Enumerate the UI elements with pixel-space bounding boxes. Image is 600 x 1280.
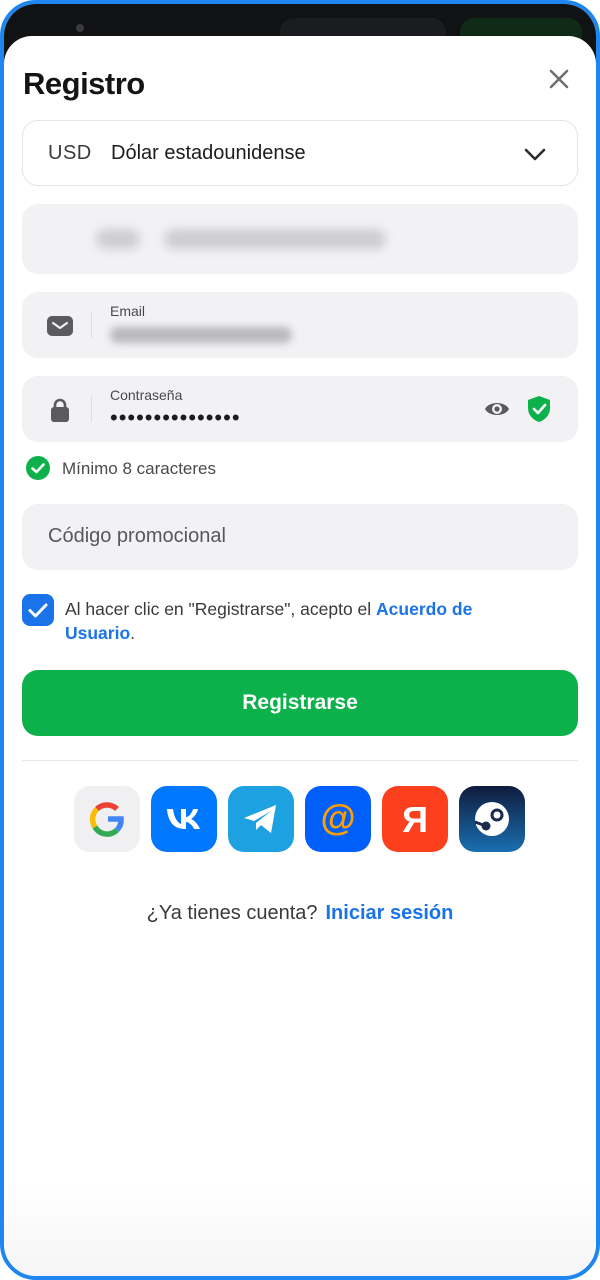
page-title: Registro (23, 66, 145, 101)
lock-icon (51, 398, 69, 422)
chevron-down-icon (524, 148, 546, 161)
vk-icon (151, 786, 217, 852)
register-button[interactable]: Registrarse (22, 670, 578, 736)
shield-check-icon (528, 396, 550, 422)
eye-icon[interactable] (484, 398, 510, 420)
registration-sheet: Registro USD Dólar estadounidense Email (4, 36, 596, 1276)
password-field[interactable]: Contraseña ••••••••••••••• (22, 376, 578, 442)
email-field[interactable]: Email (22, 292, 578, 358)
close-icon[interactable] (544, 64, 574, 94)
agreement-text: Al hacer clic en "Registrarse", acepto e… (65, 597, 535, 645)
check-circle-icon (26, 456, 50, 480)
password-label: Contraseña (110, 387, 183, 403)
social-login-row: @ Я (74, 786, 526, 852)
steam-icon (459, 786, 525, 852)
login-prompt: ¿Ya tienes cuenta? Iniciar sesión (4, 902, 596, 925)
phone-frame: Registro USD Dólar estadounidense Email (0, 0, 600, 1280)
google-login-button[interactable] (74, 786, 140, 852)
promo-code-input[interactable]: Código promocional (22, 504, 578, 570)
login-link[interactable]: Iniciar sesión (326, 902, 454, 924)
telegram-icon (228, 786, 294, 852)
email-value-blurred (110, 327, 292, 343)
checkmark-icon (28, 603, 48, 618)
login-prompt-text: ¿Ya tienes cuenta? (146, 902, 318, 924)
password-value: ••••••••••••••• (110, 405, 241, 430)
telegram-login-button[interactable] (228, 786, 294, 852)
agreement-text-body: Al hacer clic en "Registrarse", acepto e… (65, 599, 377, 619)
country-code-blurred (96, 229, 140, 249)
field-separator (91, 396, 92, 422)
divider (22, 760, 578, 761)
yandex-login-button[interactable]: Я (382, 786, 448, 852)
yandex-icon: Я (382, 786, 448, 852)
svg-text:Я: Я (402, 799, 428, 840)
steam-login-button[interactable] (459, 786, 525, 852)
agreement-checkbox[interactable] (22, 594, 54, 626)
currency-code: USD (48, 142, 92, 164)
promo-code-placeholder: Código promocional (48, 525, 226, 547)
agreement-suffix: . (130, 623, 136, 643)
camera-dot (76, 24, 84, 32)
mail-ru-login-button[interactable]: @ (305, 786, 371, 852)
field-separator (91, 312, 92, 338)
google-icon (74, 786, 140, 852)
currency-select[interactable]: USD Dólar estadounidense (22, 120, 578, 186)
currency-name: Dólar estadounidense (111, 142, 306, 164)
mail-ru-icon: @ (305, 786, 371, 852)
vk-login-button[interactable] (151, 786, 217, 852)
phone-field[interactable] (22, 204, 578, 274)
svg-text:@: @ (320, 797, 355, 838)
password-hint-text: Mínimo 8 caracteres (62, 459, 216, 478)
envelope-icon (47, 316, 73, 336)
phone-number-blurred (164, 229, 386, 249)
email-label: Email (110, 303, 146, 319)
